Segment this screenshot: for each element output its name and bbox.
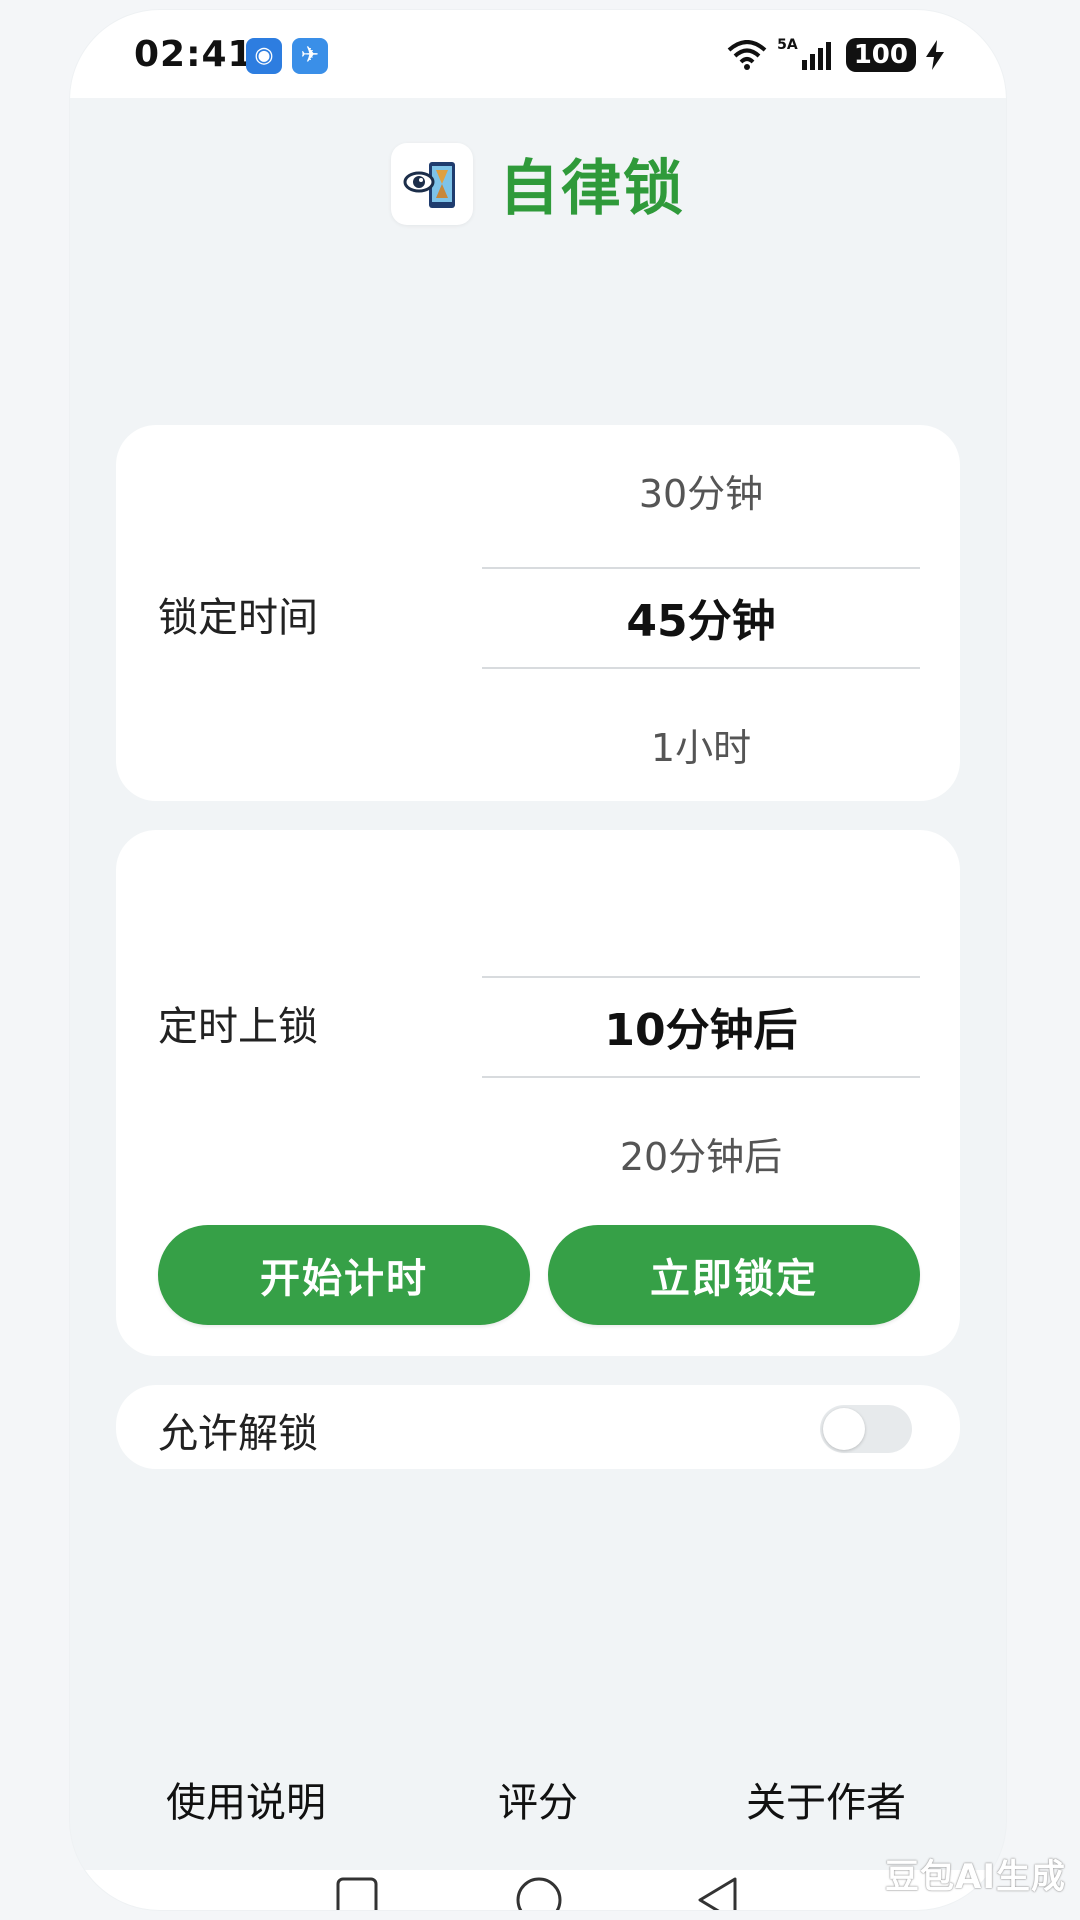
home-circle-icon[interactable] bbox=[515, 1876, 563, 1910]
allow-unlock-card: 允许解锁 bbox=[116, 1385, 960, 1469]
toggle-knob bbox=[823, 1408, 865, 1450]
app-header: 自律锁 bbox=[70, 140, 1006, 227]
recents-square-icon[interactable] bbox=[335, 1876, 379, 1910]
start-timer-button[interactable]: 开始计时 bbox=[158, 1225, 530, 1325]
picker-divider bbox=[482, 667, 920, 669]
app-title: 自律锁 bbox=[499, 154, 685, 224]
timed-lock-card: 定时上锁 10分钟后 20分钟后 开始计时 立即锁定 bbox=[116, 830, 960, 1356]
picker-divider bbox=[482, 567, 920, 569]
instructions-link[interactable]: 使用说明 bbox=[166, 1770, 326, 1828]
status-indicators: 5A 100 bbox=[727, 37, 944, 72]
picker-option[interactable]: 20分钟后 bbox=[482, 1126, 920, 1181]
charging-icon bbox=[926, 40, 944, 70]
allow-unlock-label: 允许解锁 bbox=[158, 1411, 318, 1457]
status-time: 02:41 bbox=[134, 34, 254, 75]
notification-app-icon: ◉ bbox=[246, 38, 282, 74]
footer-links: 使用说明 评分 关于作者 bbox=[70, 1770, 1006, 1830]
picker-divider bbox=[482, 1076, 920, 1078]
lock-duration-card: 锁定时间 30分钟 45分钟 1小时 bbox=[116, 425, 960, 801]
picker-option[interactable]: 30分钟 bbox=[482, 463, 920, 518]
picker-option[interactable]: 1小时 bbox=[482, 717, 920, 772]
about-author-link[interactable]: 关于作者 bbox=[746, 1770, 906, 1828]
back-triangle-icon[interactable] bbox=[695, 1876, 739, 1910]
signal-icon bbox=[801, 40, 836, 70]
allow-unlock-toggle[interactable] bbox=[820, 1405, 912, 1453]
rate-link[interactable]: 评分 bbox=[498, 1770, 578, 1828]
picker-selected-option[interactable]: 45分钟 bbox=[482, 585, 920, 649]
picker-selected-option[interactable]: 10分钟后 bbox=[482, 994, 920, 1058]
status-bar: 02:41 ◉ ✈ 5A 100 bbox=[70, 10, 1006, 98]
app-logo-icon bbox=[391, 142, 473, 225]
wifi-icon bbox=[727, 40, 767, 70]
lock-duration-label: 锁定时间 bbox=[158, 595, 318, 641]
lock-now-button[interactable]: 立即锁定 bbox=[548, 1225, 920, 1325]
phone-frame: 02:41 ◉ ✈ 5A 100 自律锁 锁定时间 30分钟 45分钟 1小时 … bbox=[70, 10, 1006, 1910]
notification-app-icon-2: ✈ bbox=[292, 38, 328, 74]
system-nav-bar bbox=[70, 1870, 1006, 1910]
picker-divider bbox=[482, 976, 920, 978]
timed-lock-label: 定时上锁 bbox=[158, 1004, 318, 1050]
network-type-label: 5A bbox=[777, 37, 798, 53]
watermark-text: 豆包AI生成 bbox=[885, 1857, 1066, 1897]
battery-indicator: 100 bbox=[845, 38, 916, 72]
